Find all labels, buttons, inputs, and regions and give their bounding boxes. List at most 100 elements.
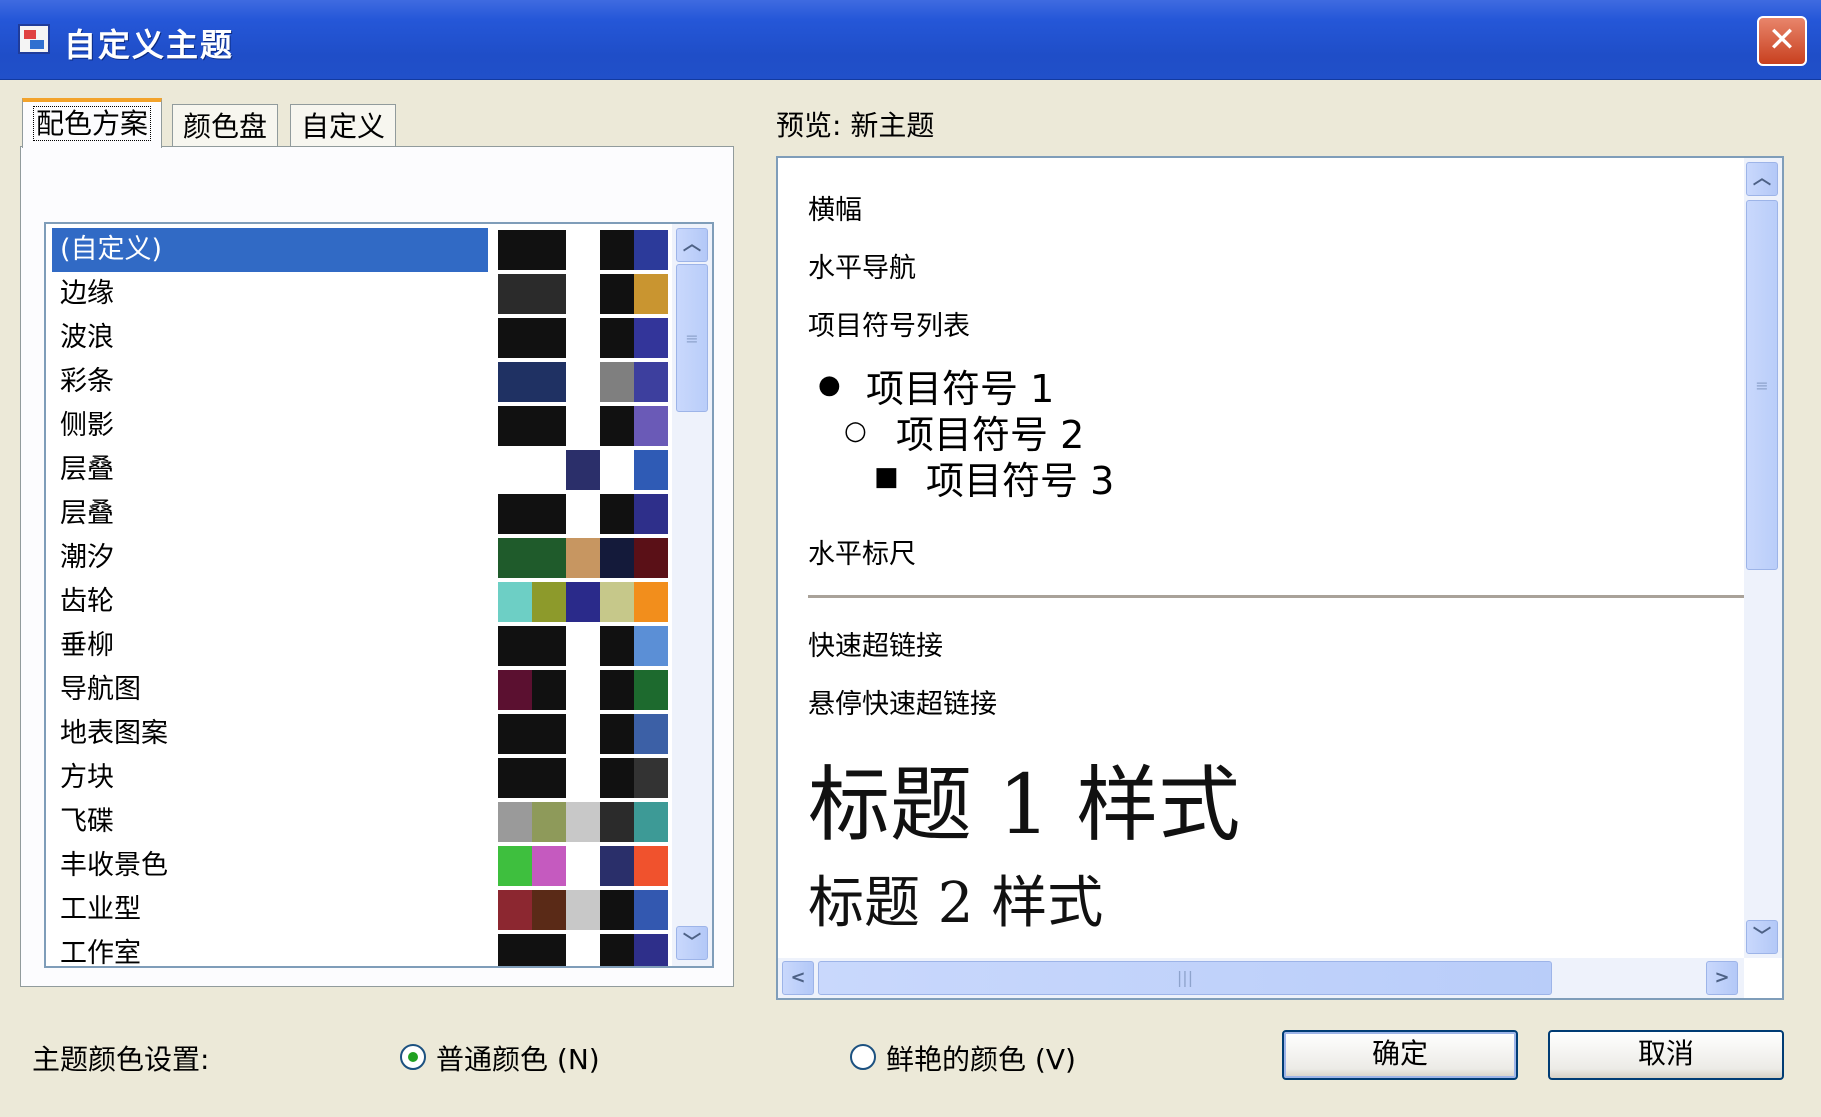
color-swatch [498,274,532,314]
scheme-row[interactable]: 垂柳 [52,624,672,668]
scheme-name: (自定义) [52,228,488,272]
color-swatch [498,846,532,886]
preview-hscrollbar[interactable]: < ||| > [778,958,1744,998]
scheme-row[interactable]: 方块 [52,756,672,800]
scheme-row[interactable]: 边缘 [52,272,672,316]
close-button[interactable]: ✕ [1757,16,1807,66]
color-swatch [566,538,600,578]
tab-color-scheme[interactable]: 配色方案 [22,98,163,148]
color-swatch [566,890,600,930]
color-swatch [532,846,566,886]
scheme-row[interactable]: 侧影 [52,404,672,448]
scheme-name: 地表图案 [60,718,168,749]
color-swatch [600,230,634,270]
color-swatch [634,362,668,402]
color-swatch [600,318,634,358]
color-swatch [532,802,566,842]
color-swatch [600,846,634,886]
normal-color-radio[interactable] [400,1044,426,1070]
color-swatch [532,890,566,930]
color-swatch [566,582,600,622]
vivid-color-label[interactable]: 鲜艳的颜色 (V) [886,1038,1076,1078]
preview-hover-quick-link[interactable]: 悬停快速超链接 [808,682,997,721]
scheme-row[interactable]: 导航图 [52,668,672,712]
color-swatch [600,582,634,622]
color-swatch [498,758,532,798]
bullet-1-glyph: ● [818,370,841,400]
color-swatch [634,582,668,622]
color-swatch [566,450,600,490]
scheme-name: 工作室 [60,938,141,968]
color-swatch [634,802,668,842]
scroll-up-button[interactable]: ︿ [676,228,708,262]
preview-banner: 横幅 [808,195,862,226]
color-swatch [600,714,634,754]
scheme-row[interactable]: 层叠 [52,448,672,492]
color-swatch [498,362,532,402]
preview-hscroll-thumb[interactable]: ||| [818,961,1552,995]
scheme-name: 边缘 [60,278,114,309]
bullet-3-glyph: ■ [874,462,899,492]
color-swatch [498,582,532,622]
title-bar: 自定义主题 ✕ [0,0,1821,80]
cancel-button[interactable]: 取消 [1548,1030,1784,1080]
normal-color-label[interactable]: 普通颜色 (N) [436,1038,600,1078]
color-swatch [498,538,532,578]
scheme-name: 工业型 [60,894,141,925]
preview-scroll-right-button[interactable]: > [1706,961,1738,995]
scheme-row[interactable]: 彩条 [52,360,672,404]
scheme-name: 层叠 [60,454,114,485]
scroll-thumb[interactable]: ≡ [676,264,708,412]
color-swatch [498,626,532,666]
scheme-name: 垂柳 [60,630,114,661]
color-swatch [498,714,532,754]
scheme-row[interactable]: (自定义) [52,228,672,272]
color-swatch [600,538,634,578]
preview-horizontal-rule [808,595,1746,598]
tab-custom[interactable]: 自定义 [290,104,397,152]
bullet-3: 项目符号 3 [926,459,1115,503]
scheme-name: 彩条 [60,366,114,397]
scheme-row[interactable]: 地表图案 [52,712,672,756]
color-swatch [532,362,566,402]
preview-pane: 横幅 水平导航 项目符号列表 ● 项目符号 1 ○ 项目符号 2 ■ 项目符号 … [776,156,1784,1000]
tab-color-palette[interactable]: 颜色盘 [172,104,279,152]
scheme-row[interactable]: 飞碟 [52,800,672,844]
list-scrollbar[interactable]: ︿ ≡ ﹀ [672,224,712,966]
scheme-name: 侧影 [60,410,114,441]
color-scheme-list[interactable]: 工作室 工业型 丰收景色 飞碟 方块 地表图案 导航图 垂柳 齿轮 潮汐 层叠 层叠 侧影 彩条 波浪 边缘(… [44,222,714,968]
scheme-row[interactable]: 波浪 [52,316,672,360]
color-swatch [634,318,668,358]
color-swatch [600,274,634,314]
preview-scroll-down-button[interactable]: ﹀ [1746,920,1778,954]
scheme-row[interactable]: 工业型 [52,888,672,932]
color-swatch [600,934,634,966]
preview-heading1: 标题 1 样式 [808,758,1241,853]
scheme-row[interactable]: 齿轮 [52,580,672,624]
color-swatch [634,758,668,798]
preview-quick-link[interactable]: 快速超链接 [808,624,943,663]
color-swatch [532,934,566,966]
preview-vscrollbar[interactable]: ︿ ≡ ﹀ [1744,158,1782,958]
preview-label: 预览: 新主题 [776,109,935,142]
scheme-name: 导航图 [60,674,141,705]
scheme-row[interactable]: 潮汐 [52,536,672,580]
preview-scroll-left-button[interactable]: < [782,961,814,995]
scroll-down-button[interactable]: ﹀ [676,926,708,960]
scheme-row[interactable]: 丰收景色 [52,844,672,888]
vivid-color-radio[interactable] [850,1044,876,1070]
color-swatch [498,230,532,270]
color-swatch [634,714,668,754]
color-swatch [532,406,566,446]
scheme-row[interactable]: 层叠 [52,492,672,536]
color-swatch [532,670,566,710]
scheme-row[interactable]: 工作室 [52,932,672,968]
color-swatch [532,230,566,270]
color-swatch [600,758,634,798]
color-swatch [532,582,566,622]
ok-button[interactable]: 确定 [1282,1030,1518,1080]
color-swatch [498,494,532,534]
preview-vscroll-thumb[interactable]: ≡ [1746,200,1778,570]
preview-scroll-up-button[interactable]: ︿ [1746,162,1778,196]
color-swatch [634,450,668,490]
